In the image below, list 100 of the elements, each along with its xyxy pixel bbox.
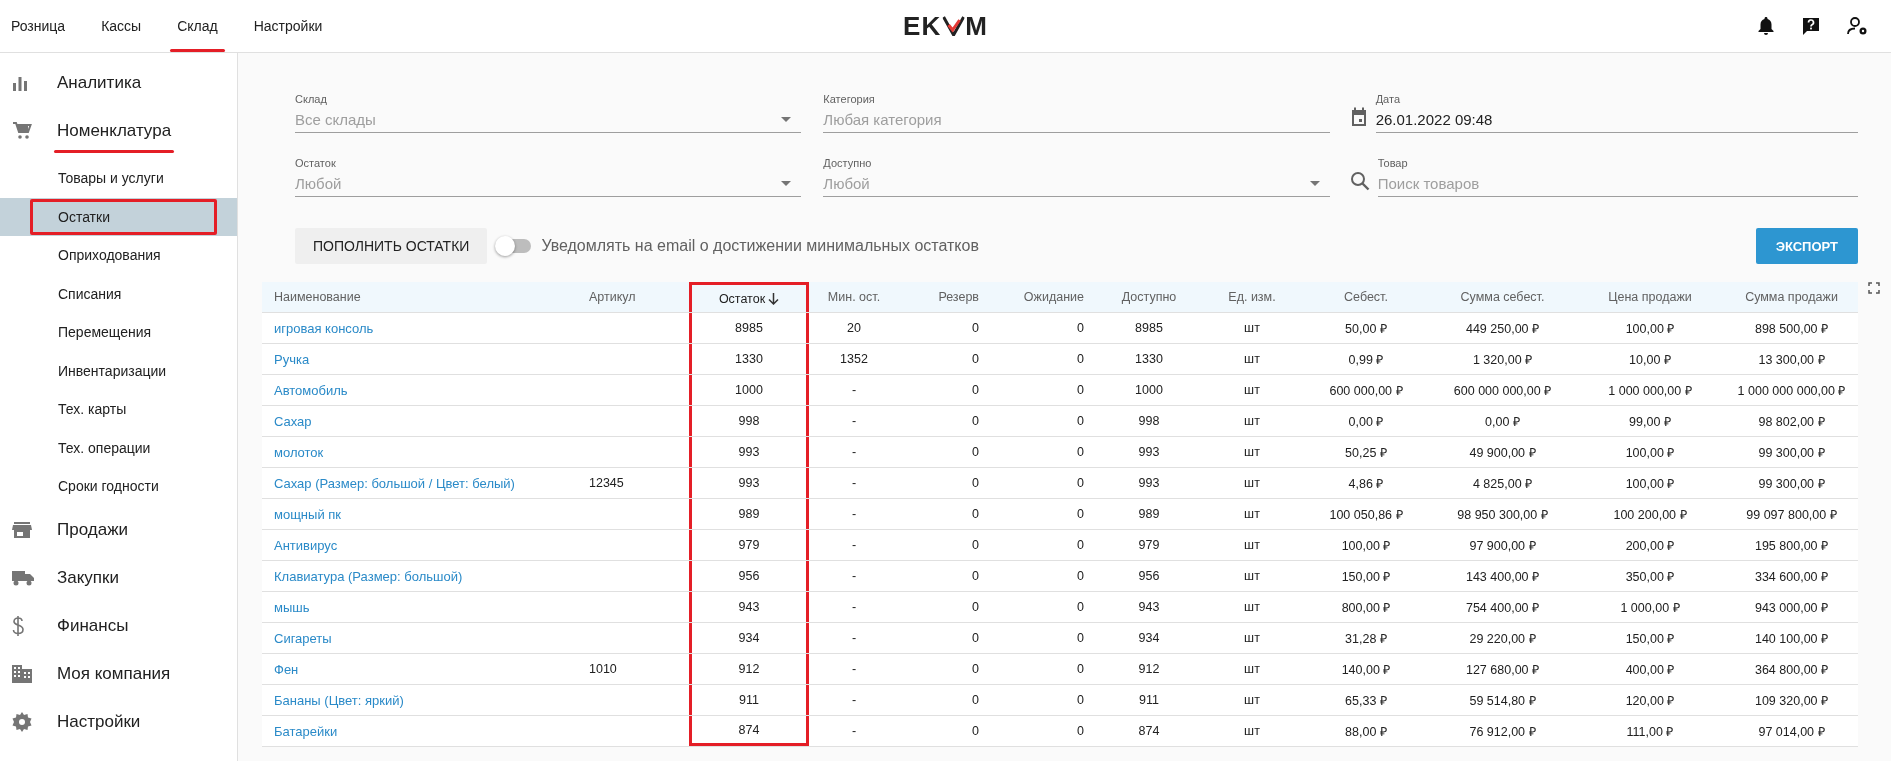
table-cell: 0 (972, 662, 979, 676)
table-cell-text: 99 300,00 ₽ (1758, 444, 1825, 461)
table-cell: шт (1244, 662, 1260, 676)
sidebar-subitem[interactable]: Списания (0, 274, 237, 313)
table-cell-text: 334 600,00 ₽ (1754, 568, 1828, 585)
column-header[interactable]: Доступно (1096, 282, 1202, 312)
table-cell-text: 0,00 ₽ (1485, 413, 1520, 430)
date-field[interactable]: 26.01.2022 09:48 (1375, 109, 1848, 130)
table-cell: 0 (1077, 321, 1084, 335)
product-link[interactable]: Батарейки (274, 723, 338, 739)
sidebar-subitem[interactable]: Сроки годности (0, 467, 237, 506)
column-header[interactable]: Резерв (899, 282, 991, 312)
table-cell: 0 (1077, 507, 1084, 521)
table-cell-text: 98 950 300,00 ₽ (1457, 506, 1548, 523)
sidebar-item[interactable]: Моя компания (0, 649, 237, 698)
field-label: Дата (1375, 93, 1401, 105)
table-cell-text: 10,00 ₽ (1629, 351, 1671, 368)
table-cell: 0 (972, 569, 979, 583)
column-header[interactable]: Артикул (577, 282, 689, 312)
product-link[interactable]: Сахар (Размер: большой / Цвет: белый) (274, 475, 515, 491)
table-cell-text: 100 050,86 ₽ (1329, 506, 1403, 523)
dropdown-field[interactable]: Все склады (295, 109, 776, 130)
table-cell: 0 (1077, 476, 1084, 490)
table-cell: - (851, 693, 857, 707)
table-cell-text: 97 014,00 ₽ (1758, 723, 1825, 740)
sidebar-subitem[interactable]: Перемещения (0, 313, 237, 352)
product-link[interactable]: Антивирус (274, 537, 338, 553)
table-cell: 934 (1138, 631, 1160, 645)
product-link[interactable]: Сахар (274, 413, 312, 429)
product-link[interactable]: Сигареты (274, 630, 332, 646)
sidebar-item[interactable]: Закупки (0, 553, 237, 602)
product-link[interactable]: мощный пк (274, 506, 341, 522)
product-link[interactable]: Бананы (Цвет: яркий) (274, 692, 404, 708)
dollar-icon (12, 615, 24, 636)
product-link[interactable]: Ручка (274, 351, 310, 367)
sidebar-subitem[interactable]: Товары и услуги (0, 159, 237, 198)
product-link[interactable]: игровая консоль (274, 320, 374, 336)
column-header[interactable]: Мин. ост. (809, 282, 899, 312)
sidebar-subitem[interactable]: Тех. карты (0, 390, 237, 429)
table-cell: - (851, 476, 857, 490)
replenish-button[interactable]: ПОПОЛНИТЬ ОСТАТКИ (295, 228, 488, 264)
help-chat-icon[interactable] (1801, 16, 1821, 36)
truck-icon (12, 569, 34, 586)
dropdown-field[interactable]: Любой (295, 173, 776, 194)
column-header[interactable]: Себест. (1302, 282, 1430, 312)
table-cell: шт (1244, 476, 1260, 490)
table-cell: 911 (739, 693, 759, 707)
table-cell: 934 (738, 631, 760, 645)
table-cell: 8985 (1135, 321, 1163, 335)
table-cell: 0 (972, 414, 979, 428)
product-link[interactable]: Автомобиль (274, 382, 348, 398)
table-cell-text: 0,00 ₽ (1348, 413, 1384, 430)
table-cell-text: 800,00 ₽ (1341, 599, 1391, 616)
notifications-icon[interactable] (1757, 16, 1775, 36)
sidebar-subitem[interactable]: Оприходования (0, 236, 237, 275)
product-link[interactable]: Клавиатура (Размер: большой) (274, 568, 463, 584)
column-header[interactable]: Цена продажи (1575, 282, 1725, 312)
nav-tab[interactable]: Настройки (242, 0, 334, 52)
column-header[interactable]: Наименование (262, 282, 577, 312)
table-cell: 20 (847, 321, 861, 335)
table-cell-text: 49 900,00 ₽ (1469, 444, 1536, 461)
calendar-icon[interactable] (1349, 107, 1368, 127)
table-cell-text: 143 400,00 ₽ (1465, 568, 1539, 585)
sidebar-item[interactable]: Финансы (0, 601, 237, 650)
sidebar-item[interactable]: Аналитика (0, 59, 237, 107)
table-cell-text: 943 000,00 ₽ (1754, 599, 1828, 616)
toggle-switch[interactable] (497, 239, 532, 253)
product-link[interactable]: молоток (274, 444, 324, 460)
nav-tab[interactable]: Розница (0, 0, 77, 52)
table-cell: шт (1244, 569, 1260, 583)
table-cell-text: 1 320,00 ₽ (1472, 351, 1533, 368)
sidebar-item[interactable]: Номенклатура (0, 107, 237, 155)
sidebar-subitem[interactable]: Остатки (0, 197, 237, 236)
column-header[interactable]: Ед. изм. (1202, 282, 1302, 312)
table-cell: 993 (1138, 476, 1160, 490)
table-cell-text: 65,33 ₽ (1345, 692, 1387, 709)
table-cell: 998 (738, 414, 760, 428)
nav-tab[interactable]: Склад (166, 0, 229, 52)
fullscreen-icon[interactable] (1868, 282, 1880, 294)
sidebar-item[interactable]: Настройки (0, 697, 237, 746)
sidebar-subitem[interactable]: Инвентаризации (0, 351, 237, 390)
table-cell-text: 200,00 ₽ (1625, 537, 1675, 554)
input-field[interactable]: Любая категория (823, 109, 1320, 130)
user-settings-icon[interactable] (1847, 16, 1869, 36)
dropdown-field[interactable]: Любой (823, 173, 1304, 194)
table-cell-text: 754 400,00 ₽ (1465, 599, 1539, 616)
table-cell: 993 (1138, 445, 1160, 459)
nav-tab[interactable]: Кассы (90, 0, 153, 52)
export-button[interactable]: ЭКСПОРТ (1755, 228, 1858, 264)
search-field[interactable]: Поиск товаров (1377, 173, 1848, 194)
table-cell: - (851, 662, 857, 676)
product-link[interactable]: Фен (274, 661, 299, 677)
column-header[interactable]: Ожидание (991, 282, 1096, 312)
column-header[interactable]: Сумма продажи (1725, 282, 1858, 312)
column-header[interactable]: Сумма себест. (1430, 282, 1575, 312)
sidebar-subitem[interactable]: Тех. операции (0, 428, 237, 467)
product-link[interactable]: мышь (274, 599, 310, 615)
table-cell: 943 (1138, 600, 1160, 614)
field-label: Доступно (823, 157, 873, 169)
sidebar-item[interactable]: Продажи (0, 505, 237, 554)
